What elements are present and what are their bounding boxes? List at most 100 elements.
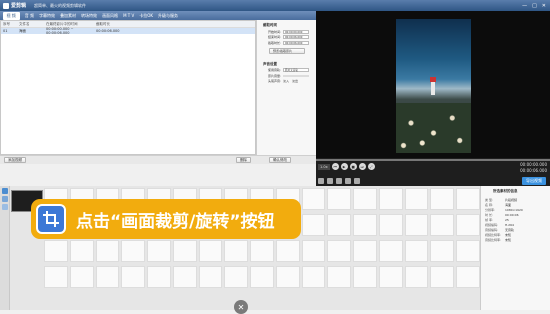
track-tile[interactable]: [327, 266, 352, 288]
folder-icon[interactable]: [327, 178, 333, 184]
share-icon[interactable]: [354, 178, 360, 184]
clip-settings-panel: 截取时间 开始时间: 00:00:00.000 结束时间: 00:00:06.0…: [256, 20, 316, 155]
track-row: [44, 266, 481, 290]
tab-video[interactable]: 视 频: [2, 11, 20, 20]
track-tile[interactable]: [378, 240, 403, 262]
video-track-icon[interactable]: [2, 188, 8, 194]
track-tile[interactable]: [198, 266, 223, 288]
track-tile[interactable]: [430, 214, 455, 236]
track-tile[interactable]: [44, 266, 68, 288]
confirm-edit-button[interactable]: 确认修改: [269, 157, 291, 163]
track-tile[interactable]: [456, 240, 481, 262]
track-tile[interactable]: [456, 214, 481, 236]
track-tile[interactable]: [301, 214, 326, 236]
track-tile[interactable]: [353, 266, 377, 288]
maximize-button[interactable]: □: [532, 3, 537, 9]
track-tile[interactable]: [198, 240, 223, 262]
track-tile[interactable]: [378, 188, 403, 210]
info-key: 时 长:: [485, 212, 493, 217]
tab-overlay[interactable]: 叠加素材: [60, 13, 76, 19]
track-tile[interactable]: [353, 214, 377, 236]
track-tile[interactable]: [378, 214, 403, 236]
close-button[interactable]: ✕: [542, 3, 546, 9]
track-tile[interactable]: [301, 240, 326, 262]
tab-audio[interactable]: 音 频: [25, 13, 34, 19]
camera-icon[interactable]: [318, 178, 324, 184]
track-tile[interactable]: [147, 266, 171, 288]
duration-label: 截取时长:: [267, 40, 281, 45]
audio-track-select[interactable]: 原片无音轨: [283, 68, 309, 73]
track-tile[interactable]: [275, 266, 300, 288]
volume-slider[interactable]: [283, 75, 309, 77]
start-time-label: 开始时间:: [267, 29, 281, 34]
track-tile[interactable]: [69, 266, 94, 288]
track-tile[interactable]: [327, 214, 352, 236]
track-tile[interactable]: [121, 240, 146, 262]
audio-track-icon[interactable]: [2, 196, 8, 202]
tab-upgrade[interactable]: 升级与服务: [158, 13, 178, 19]
track-tile[interactable]: [95, 240, 120, 262]
add-video-button[interactable]: 添加视频: [4, 157, 26, 163]
prev-frame-icon[interactable]: ⏮: [331, 163, 339, 170]
track-tile[interactable]: [353, 188, 377, 210]
info-key: 帧 率:: [485, 217, 493, 222]
track-tile[interactable]: [275, 240, 300, 262]
track-tile[interactable]: [172, 266, 197, 288]
end-time-field[interactable]: 00:00:06.000: [283, 35, 309, 40]
minimize-button[interactable]: —: [522, 3, 527, 9]
track-tile[interactable]: [301, 188, 326, 210]
track-tile[interactable]: [121, 266, 146, 288]
track-tile[interactable]: [353, 240, 377, 262]
track-tile[interactable]: [147, 240, 171, 262]
track-tile[interactable]: [404, 188, 429, 210]
screen-icon[interactable]: [345, 178, 351, 184]
tab-style[interactable]: 画面风格: [102, 13, 118, 19]
speed-select[interactable]: 1.0x: [318, 163, 330, 170]
track-tile[interactable]: [224, 266, 249, 288]
track-tile[interactable]: [430, 188, 455, 210]
subtitle-track-icon[interactable]: [2, 204, 8, 210]
track-tile[interactable]: [301, 266, 326, 288]
crop-rotate-button[interactable]: [36, 204, 66, 234]
duration-field[interactable]: 00:00:06.000: [283, 40, 309, 45]
delete-button[interactable]: 删除: [236, 157, 251, 163]
track-tile[interactable]: [430, 266, 455, 288]
grid-icon[interactable]: [336, 178, 342, 184]
preview-clip-button[interactable]: 预览/截取原片: [269, 47, 305, 54]
tab-karaoke[interactable]: 卡拉OK: [139, 13, 153, 19]
track-tile[interactable]: [404, 214, 429, 236]
fullscreen-icon[interactable]: ⤢: [367, 163, 375, 170]
fade-out-checkbox[interactable]: 淡出: [292, 79, 298, 83]
track-tile[interactable]: [456, 188, 481, 210]
track-tile[interactable]: [250, 266, 274, 288]
tab-mtv[interactable]: M T V: [123, 13, 134, 18]
transport-buttons: 1.0x ⏮ ▶ ■ ⏭ ⤢: [318, 163, 375, 170]
export-video-button[interactable]: 导出视频: [522, 177, 546, 185]
fade-in-checkbox[interactable]: 淡入: [283, 79, 289, 83]
close-icon[interactable]: ✕: [234, 300, 248, 314]
track-tile[interactable]: [378, 266, 403, 288]
track-tile[interactable]: [456, 266, 481, 288]
table-row[interactable]: 01 海面 00:00:00.000 ~ 00:00:06.000 00:00:…: [1, 27, 255, 35]
track-tile[interactable]: [404, 240, 429, 262]
track-tile[interactable]: [69, 240, 94, 262]
info-value: 25: [505, 217, 509, 222]
track-tile[interactable]: [404, 266, 429, 288]
next-frame-icon[interactable]: ⏭: [358, 163, 366, 170]
track-tile[interactable]: [327, 240, 352, 262]
playback-controls: 1.0x ⏮ ▶ ■ ⏭ ⤢ 00:00:00.000 00:00:06.000…: [316, 158, 550, 186]
track-tile[interactable]: [44, 240, 68, 262]
play-icon[interactable]: ▶: [340, 163, 348, 170]
track-tile[interactable]: [430, 240, 455, 262]
stop-icon[interactable]: ■: [349, 163, 357, 170]
tab-subtitles[interactable]: 字幕特效: [39, 13, 55, 19]
preview-tools: [318, 178, 360, 184]
track-tile[interactable]: [172, 240, 197, 262]
playback-progress-bar[interactable]: [316, 159, 550, 161]
track-tile[interactable]: [95, 266, 120, 288]
track-tile[interactable]: [327, 188, 352, 210]
track-tile[interactable]: [224, 240, 249, 262]
start-time-field[interactable]: 00:00:00.000: [283, 29, 309, 34]
track-tile[interactable]: [250, 240, 274, 262]
tab-transitions[interactable]: 转场特效: [81, 13, 97, 19]
